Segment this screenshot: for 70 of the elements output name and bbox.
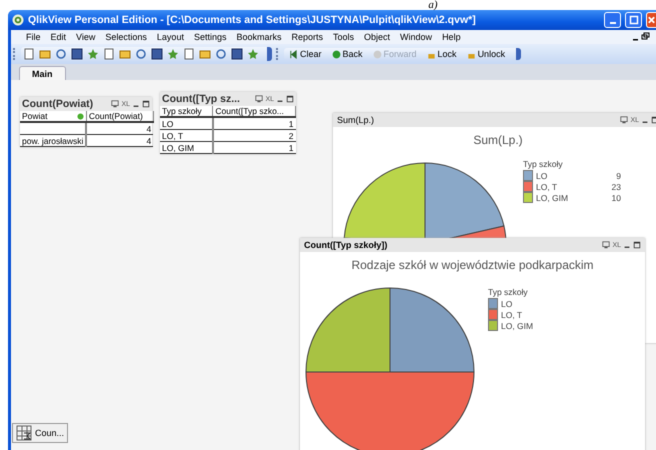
toolbar-glyph-icon <box>289 50 298 58</box>
menu-item[interactable]: File <box>21 32 46 42</box>
figure-caption: a) <box>427 0 439 10</box>
chart-title: Rodzaje szkół w województwie podkarpackim <box>350 257 595 272</box>
table-cell: LO <box>160 117 213 130</box>
minimized-object[interactable]: Coun... <box>12 423 68 443</box>
folder-icon[interactable] <box>39 48 51 60</box>
new-document-icon[interactable] <box>23 48 35 60</box>
chart-caption: Count([Typ szkoły]) <box>304 240 388 250</box>
legend-value: 10 <box>610 192 621 202</box>
column-header[interactable]: Count([Typ szko... <box>212 106 296 117</box>
table-cell: 4 <box>86 134 154 146</box>
menu-item[interactable]: Selections <box>100 32 152 42</box>
sheet-tab[interactable]: Main <box>19 66 66 80</box>
maximize-icon <box>628 15 638 25</box>
maximize-icon[interactable] <box>142 100 150 108</box>
table-cell: 1 <box>212 142 296 154</box>
menu-item[interactable]: Object <box>359 32 396 42</box>
legend-label: LO <box>501 298 514 308</box>
table-cell: 4 <box>86 122 154 134</box>
legend-title: Typ szkoły <box>523 159 564 169</box>
legend-title: Typ szkoły <box>488 287 529 297</box>
legend-label: LO, T <box>501 310 524 320</box>
legend-label: LO, T <box>536 182 558 192</box>
toolbar-glyph-icon <box>332 50 341 58</box>
menu-item[interactable]: Layout <box>152 32 189 42</box>
menu-item[interactable]: Window <box>395 32 438 42</box>
menu-item[interactable]: View <box>71 32 100 42</box>
maximize-icon[interactable] <box>633 241 641 249</box>
menu-item[interactable]: Edit <box>46 32 72 42</box>
legend-value: 23 <box>610 182 621 192</box>
menu-item[interactable]: Reports <box>286 32 328 42</box>
chart-caption: Sum(Lp.) <box>337 115 374 125</box>
toolbar-button[interactable]: Clear <box>286 49 325 59</box>
table-cell: LO, T <box>160 130 213 142</box>
table-title: Count([Typ sz... <box>162 93 241 105</box>
chart-title: Sum(Lp.) <box>472 132 524 147</box>
table-cell: LO, GIM <box>160 142 213 154</box>
search-indicator-icon <box>76 113 84 120</box>
save-icon[interactable] <box>71 48 83 60</box>
menu-item[interactable]: Bookmarks <box>231 32 286 42</box>
toolbar-button[interactable]: Unlock <box>464 49 508 59</box>
table-cell: 2 <box>212 130 296 142</box>
menu-item[interactable]: Settings <box>188 32 232 42</box>
table-cell: 1 <box>212 117 296 130</box>
table-cell <box>20 122 86 134</box>
legend-value: 9 <box>615 170 621 180</box>
legend-label: LO, GIM <box>536 192 570 202</box>
column-header[interactable]: Count(Powiat) <box>86 111 154 122</box>
maximize-icon[interactable] <box>286 95 294 103</box>
table-cell: pow. jarosławski <box>20 134 86 146</box>
column-header[interactable]: Powiat <box>20 111 86 122</box>
table-title: Count(Powiat) <box>22 98 94 110</box>
menu-item[interactable]: Tools <box>328 32 360 42</box>
maximize-button[interactable] <box>625 12 642 28</box>
close-icon <box>647 15 656 25</box>
toolbar-glyph-icon <box>372 50 382 58</box>
close-button[interactable] <box>646 12 656 28</box>
legend-label: LO <box>536 170 548 180</box>
minimize-icon <box>610 22 616 24</box>
window-controls-icon[interactable] <box>632 32 652 42</box>
toolbar-button[interactable]: Lock <box>424 49 460 59</box>
app-logo-icon <box>12 14 24 26</box>
menu-item[interactable]: Help <box>437 32 466 42</box>
minimize-button[interactable] <box>604 12 621 28</box>
window-title: QlikView Personal Edition - [C:\Documents and Settings\JUSTYNA\Pulpit\qlikView\2.qvw*] <box>28 14 477 26</box>
column-header[interactable]: Typ szkoły <box>160 106 213 117</box>
toolbar-button[interactable]: Back <box>328 49 366 59</box>
legend-label: LO, GIM <box>501 320 534 330</box>
table-sum-icon <box>16 425 32 441</box>
